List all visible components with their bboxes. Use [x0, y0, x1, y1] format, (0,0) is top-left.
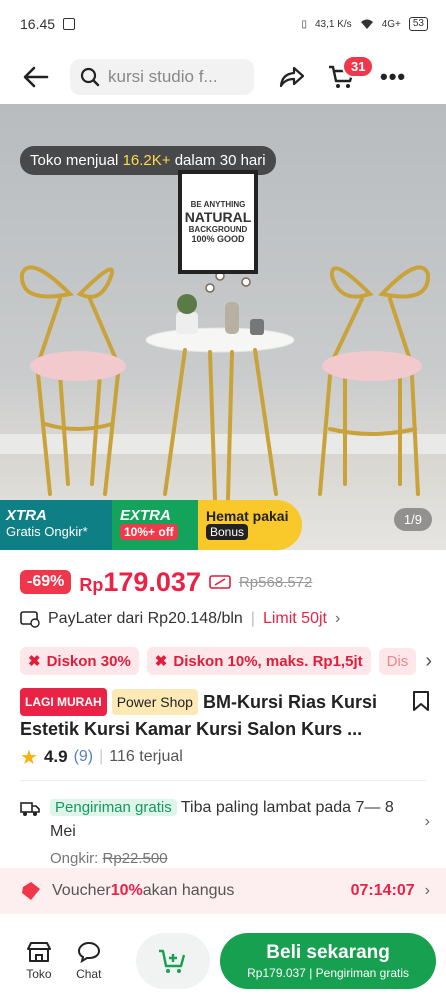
hemat-title: Hemat pakai: [206, 508, 289, 524]
back-arrow-icon[interactable]: [16, 57, 56, 97]
cart-count-badge: 31: [342, 55, 375, 78]
hemat-bonus-badge: Hemat pakai Bonus: [198, 500, 302, 550]
buy-now-button[interactable]: Beli sekarang Rp179.037 | Pengiriman gra…: [220, 933, 436, 989]
chip-label: Diskon 10%, maks. Rp1,5jt: [173, 652, 363, 670]
paylater-limit: Limit 50jt: [262, 610, 327, 627]
search-icon: [80, 67, 100, 87]
shop-label: Toko: [26, 967, 52, 981]
truck-icon: [20, 802, 40, 816]
paylater-row[interactable]: PayLater dari Rp20.148/bln | Limit 50jt …: [20, 606, 430, 632]
shop-button[interactable]: Toko: [16, 941, 62, 981]
sold-count: 116 terjual: [109, 748, 183, 765]
poster-line: BACKGROUND: [188, 225, 248, 234]
add-to-cart-button[interactable]: [135, 933, 211, 989]
chat-icon: [77, 941, 100, 963]
poster-line: NATURAL: [184, 209, 252, 225]
bottom-action-bar: Toko Chat Beli sekarang Rp179.037 | Peng…: [0, 922, 446, 1000]
rating-row[interactable]: ★ 4.9 (9) | 116 terjual: [20, 744, 183, 770]
voucher-percent: 10%: [110, 882, 143, 899]
lagi-murah-badge: LAGI MURAH: [20, 688, 107, 716]
search-input[interactable]: kursi studio f...: [70, 59, 254, 95]
product-title: LAGI MURAH Power Shop BM-Kursi Rias Kurs…: [20, 688, 400, 742]
separator: |: [250, 610, 255, 627]
star-icon: ★: [20, 746, 38, 769]
more-options-icon[interactable]: •••: [380, 64, 406, 90]
extra-title: EXTRA: [120, 507, 171, 524]
chat-button[interactable]: Chat: [66, 941, 112, 981]
discount-badge: -69%: [20, 570, 72, 594]
status-bar: 16.45 ▯ 43,1 K/s 4G+ 53: [0, 0, 446, 48]
chevron-right-icon: ›: [334, 610, 341, 627]
power-shop-badge: Power Shop: [111, 689, 198, 715]
shipping-cost: Ongkir: Rp22.500: [50, 850, 430, 867]
price-row: -69% Rp179.037 Rp568.572: [20, 566, 312, 598]
chevron-right-icon[interactable]: ›: [425, 650, 432, 673]
divider: [20, 780, 426, 781]
voucher-prefix: Voucher: [52, 882, 111, 899]
extra-discount-badge: EXTRA 10%+ off: [112, 500, 198, 550]
extra-tag: 10%+ off: [120, 524, 178, 540]
poster-line: BE ANYTHING: [190, 200, 246, 209]
share-icon[interactable]: [274, 59, 310, 95]
store-icon: [26, 942, 51, 962]
current-price: Rp179.037: [79, 567, 201, 598]
product-image-carousel[interactable]: Toko menjual 16.2K+ dalam 30 hari BE ANY…: [0, 104, 446, 550]
voucher-suffix: akan hangus: [142, 882, 235, 899]
discount-chip[interactable]: ✖ Diskon 10%, maks. Rp1,5jt: [146, 647, 371, 675]
chevron-right-icon: ›: [424, 882, 430, 899]
hemat-tag: Bonus: [206, 524, 249, 540]
original-price: Rp568.572: [238, 573, 313, 591]
network-type: 4G+: [381, 18, 401, 30]
cart-button[interactable]: 31: [322, 55, 375, 97]
xtra-gratis-ongkir-badge: XTRA Gratis Ongkir*: [0, 500, 112, 550]
poster-line: 100% GOOD: [191, 234, 245, 244]
buy-subtext: Rp179.037 | Pengiriman gratis: [247, 966, 410, 980]
chat-label: Chat: [76, 967, 102, 981]
sold-prefix: Toko menjual: [30, 152, 123, 169]
shipping-section[interactable]: Pengiriman gratis Tiba paling lambat pad…: [20, 796, 430, 867]
chevron-right-icon: ›: [424, 813, 430, 830]
separator: |: [99, 748, 104, 765]
paylater-text: PayLater dari Rp20.148/bln: [48, 610, 243, 627]
xtra-sub: Gratis Ongkir*: [6, 524, 88, 539]
buy-label: Beli sekarang: [266, 942, 390, 963]
chip-label: Dis: [386, 652, 409, 670]
discount-chips: ✖ Diskon 30% ✖ Diskon 10%, maks. Rp1,5jt D…: [20, 646, 432, 676]
paylater-icon: [20, 611, 40, 628]
ongkir-old-price: Rp22.500: [102, 850, 168, 867]
search-query: kursi studio f...: [108, 67, 218, 86]
rating-count: (9): [73, 748, 94, 765]
price-amount: 179.037: [103, 566, 201, 597]
coupon-icon: [209, 575, 231, 589]
bookmark-icon[interactable]: [412, 690, 430, 717]
status-time: 16.45: [20, 16, 56, 32]
ticket-icon: ✖: [154, 653, 168, 670]
discount-chip[interactable]: Dis: [378, 647, 417, 675]
xtra-title: XTRA: [6, 507, 47, 524]
rating-score: 4.9: [43, 747, 68, 766]
voucher-icon: [22, 882, 40, 900]
sold-count: 16.2K+: [122, 152, 171, 169]
battery-icon: 53: [408, 17, 428, 31]
add-cart-icon: [158, 949, 186, 973]
price-currency: Rp: [79, 574, 104, 595]
wall-poster: BE ANYTHING NATURAL BACKGROUND 100% GOOD: [178, 170, 258, 274]
top-header: kursi studio f... 31 •••: [0, 52, 446, 102]
chip-label: Diskon 30%: [46, 652, 131, 670]
vibrate-icon: ▯: [301, 18, 307, 30]
ticket-icon: ✖: [28, 653, 41, 670]
net-speed: 43,1 K/s: [314, 18, 352, 30]
gallery-notification-icon: [63, 18, 76, 30]
free-shipping-tag: Pengiriman gratis: [50, 799, 177, 816]
promo-strip[interactable]: XTRA Gratis Ongkir* EXTRA 10%+ off Hemat…: [0, 500, 302, 550]
sold-suffix: dalam 30 hari: [170, 152, 266, 169]
voucher-banner[interactable]: Voucher 10% akan hangus 07:14:07 ›: [0, 868, 446, 914]
discount-chip[interactable]: ✖ Diskon 30%: [20, 647, 139, 675]
ongkir-label: Ongkir:: [50, 850, 99, 867]
page-indicator: 1/9: [393, 508, 432, 531]
voucher-timer: 07:14:07: [350, 882, 415, 899]
wifi-icon: [360, 19, 373, 29]
